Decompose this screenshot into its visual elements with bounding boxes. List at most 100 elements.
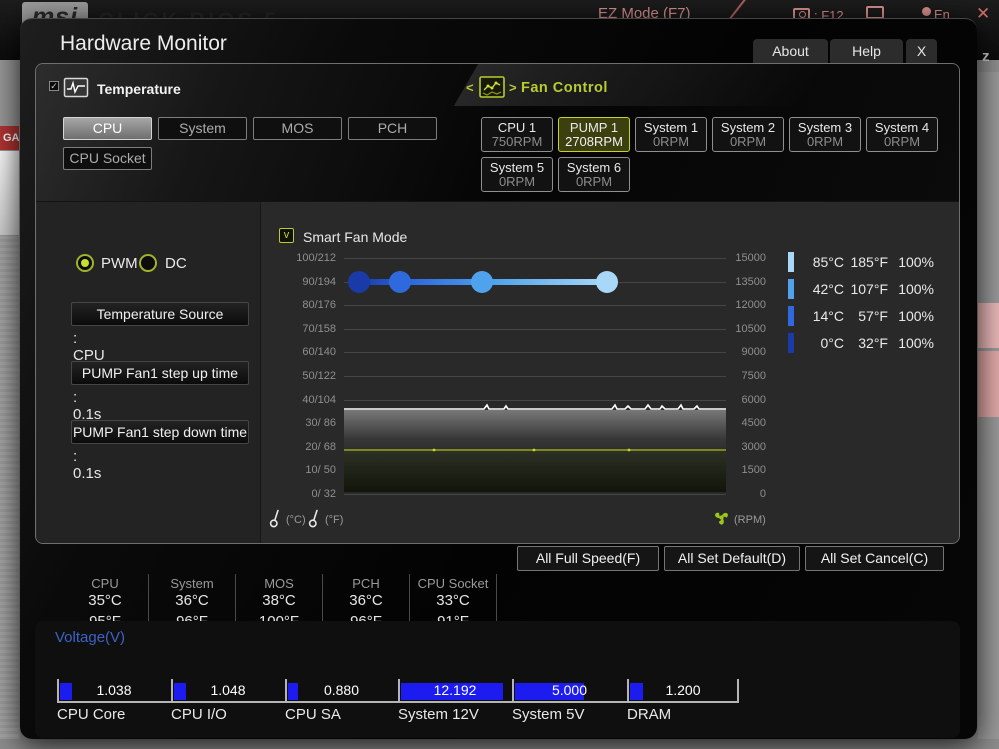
pwm-radio[interactable] <box>76 254 94 272</box>
voltage-label-cpu-sa: CPU SA <box>285 706 341 723</box>
fan-button-system-4[interactable]: System 4 0RPM <box>866 117 938 152</box>
background-close-icon[interactable]: ✕ <box>976 4 990 24</box>
right-axis-label: 13500 <box>735 276 766 288</box>
about-button[interactable]: About <box>753 39 828 64</box>
sensor-celsius: 38°C <box>262 592 296 609</box>
rpm-unit-label: (RPM) <box>734 514 766 526</box>
fan-rpm-value: 0RPM <box>575 174 613 189</box>
fan-prev-arrow-icon[interactable]: < <box>466 80 474 95</box>
sensor-celsius: 36°C <box>175 592 209 609</box>
gridline <box>344 305 726 306</box>
fan-button-cpu-1[interactable]: CPU 1 750RPM <box>481 117 553 152</box>
fan-point-row: 42°C 107°F 100% <box>788 279 938 299</box>
fan-rpm-value: 0RPM <box>729 134 767 149</box>
fan-curve-point-14c[interactable] <box>388 271 411 293</box>
fan-point-row: 85°C 185°F 100% <box>788 252 938 272</box>
all-set-cancel-button[interactable]: All Set Cancel(C) <box>805 546 944 571</box>
temperature-section-checkbox[interactable]: ✓ <box>49 81 59 91</box>
voltage-panel: Voltage(V) 1.038 CPU Core 1.048 CPU I/O 0.88… <box>35 621 960 738</box>
voltage-value-cpu-core: 1.038 <box>96 682 132 698</box>
fan-name: System 1 <box>643 120 699 135</box>
pump-fan1-step-up-time-button[interactable]: PUMP Fan1 step up time <box>71 361 249 385</box>
background-right-fragment-1 <box>978 303 999 348</box>
panel-header: ✓ Temperature < > Fan Control CPU System M… <box>36 64 959 202</box>
temperature-tabs: CPU System MOS PCH CPU Socket <box>63 117 448 170</box>
voltage-label-system-5v: System 5V <box>512 706 585 723</box>
voltage-label-dram: DRAM <box>627 706 672 723</box>
fan-button-system-5[interactable]: System 5 0RPM <box>481 157 553 192</box>
fan-curve-point-85c[interactable] <box>596 271 619 293</box>
fan-point-row: 0°C 32°F 100% <box>788 333 938 353</box>
frequency-label-fragment: z <box>982 48 990 65</box>
thermometer-celsius-icon <box>269 509 279 528</box>
pwm-radio-label: PWM <box>101 255 138 272</box>
fan-control-panel: ✓ Temperature < > Fan Control CPU System M… <box>35 63 960 544</box>
right-axis-label: 3000 <box>741 441 766 453</box>
right-axis-label: 0 <box>759 488 766 500</box>
action-buttons: All Full Speed(F) All Set Default(D) All S… <box>517 546 944 571</box>
tab-pch[interactable]: PCH <box>348 117 437 140</box>
temperature-source-value: : CPU <box>73 330 105 364</box>
tab-cpu-socket[interactable]: CPU Socket <box>63 147 152 170</box>
all-set-default-button[interactable]: All Set Default(D) <box>664 546 800 571</box>
smart-fan-mode-checkbox[interactable]: v <box>279 228 294 243</box>
close-button[interactable]: X <box>906 39 937 64</box>
sensor-name: System <box>170 576 214 591</box>
fan-button-system-3[interactable]: System 3 0RPM <box>789 117 861 152</box>
left-axis-label: 70/158 <box>302 323 336 335</box>
background-bottom-edge <box>0 739 999 749</box>
fan-point-celsius: 14°C <box>812 308 844 324</box>
fan-point-fahrenheit: 32°F <box>858 335 888 351</box>
help-button[interactable]: Help <box>830 39 903 64</box>
right-axis-label: 10500 <box>735 323 766 335</box>
tab-system[interactable]: System <box>158 117 247 140</box>
background-left-texture <box>0 236 19 739</box>
sensor-celsius: 35°C <box>88 592 122 609</box>
fan-point-percent: 100% <box>898 335 934 351</box>
temperature-source-button[interactable]: Temperature Source <box>71 302 249 326</box>
fan-curve-point-0c[interactable] <box>348 271 370 293</box>
fan-rpm-value: 0RPM <box>652 134 690 149</box>
user-icon[interactable] <box>922 7 931 16</box>
temperature-section-title: Temperature <box>97 81 181 97</box>
right-axis-label: 6000 <box>741 394 766 406</box>
left-axis-label: 80/176 <box>302 299 336 311</box>
fan-curve-chart: 100/212 15000 90/194 13500 80/176 12000 70/158… <box>296 252 766 500</box>
fan-curve-point-42c[interactable] <box>470 271 493 293</box>
fan-name: System 6 <box>566 160 622 175</box>
window-title: Hardware Monitor <box>60 32 227 55</box>
left-axis-label: 90/194 <box>302 276 336 288</box>
background-right-fragment-2 <box>978 351 999 417</box>
fan-name: PUMP 1 <box>569 120 619 135</box>
fan-point-percent: 100% <box>898 308 934 324</box>
fan-next-arrow-icon[interactable]: > <box>509 80 517 95</box>
all-full-speed-button[interactable]: All Full Speed(F) <box>517 546 659 571</box>
left-axis-label: 30/ 86 <box>305 417 336 429</box>
fan-button-system-1[interactable]: System 1 0RPM <box>635 117 707 152</box>
voltage-label-cpu-i-o: CPU I/O <box>171 706 227 723</box>
temperature-history-plot <box>344 403 726 492</box>
pump-fan1-step-down-time-button[interactable]: PUMP Fan1 step down time <box>71 420 249 444</box>
pump-fan1-step-up-time-value: : 0.1s <box>73 389 102 423</box>
fan-button-system-6[interactable]: System 6 0RPM <box>558 157 630 192</box>
fan-point-celsius: 42°C <box>812 281 844 297</box>
tab-mos[interactable]: MOS <box>253 117 342 140</box>
fan-button-system-2[interactable]: System 2 0RPM <box>712 117 784 152</box>
sensor-celsius: 33°C <box>436 592 470 609</box>
voltage-value-system-12v: 12.192 <box>433 682 477 698</box>
fan-point-celsius: 85°C <box>812 254 844 270</box>
fan-section-title: Fan Control <box>521 80 608 96</box>
tab-cpu[interactable]: CPU <box>63 117 152 140</box>
fan-rpm-value: 0RPM <box>498 174 536 189</box>
voltage-label-system-12v: System 12V <box>398 706 479 723</box>
dc-radio[interactable] <box>139 254 157 272</box>
fan-rpm-value: 2708RPM <box>565 134 623 149</box>
fan-button-pump-1[interactable]: PUMP 1 2708RPM <box>558 117 630 152</box>
voltage-gauge: 1.038 CPU Core 1.048 CPU I/O 0.880 CPU SA 12.1… <box>57 679 741 725</box>
hardware-monitor-window: Hardware Monitor About Help X ✓ Temperat… <box>20 18 977 739</box>
fahrenheit-unit-label: (°F) <box>325 514 344 526</box>
dc-radio-label: DC <box>165 255 187 272</box>
fan-icon <box>715 512 728 525</box>
celsius-unit-label: (°C) <box>286 514 306 526</box>
fan-point-percent: 100% <box>898 281 934 297</box>
